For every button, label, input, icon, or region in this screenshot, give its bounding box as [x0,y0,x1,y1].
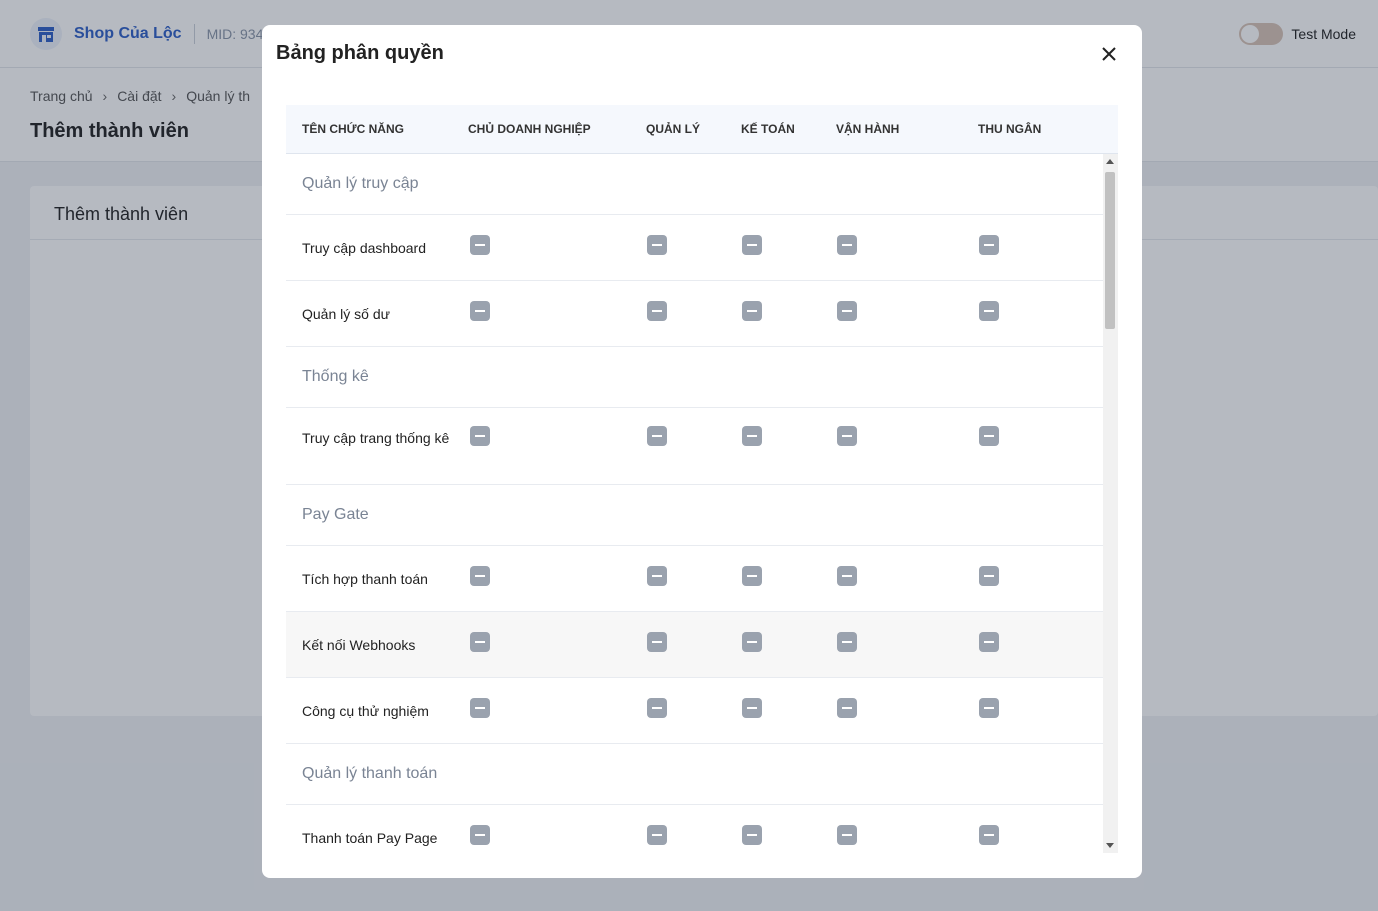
column-header-owner: CHỦ DOANH NGHIỆP [468,122,591,136]
column-header-operator: VẬN HÀNH [836,122,900,136]
function-name: Công cụ thử nghiệm [302,703,429,719]
close-button[interactable] [1098,43,1120,65]
table-row: Tích hợp thanh toán [286,546,1103,612]
table-group-row: Quản lý thanh toán [286,744,1103,805]
modal-title: Bảng phân quyền [276,42,444,64]
permission-checkbox-cashier[interactable] [979,426,999,446]
scrollbar[interactable] [1103,154,1118,853]
permission-checkbox-accountant[interactable] [742,632,762,652]
function-name: Kết nối Webhooks [302,637,416,653]
scroll-down-arrow-icon[interactable] [1106,843,1114,848]
permission-checkbox-operator[interactable] [837,426,857,446]
permission-checkbox-operator[interactable] [837,632,857,652]
column-header-manager: QUẢN LÝ [646,122,700,136]
permission-checkbox-cashier[interactable] [979,632,999,652]
table-group-row: Pay Gate [286,485,1103,546]
permission-checkbox-accountant[interactable] [742,426,762,446]
table-row: Quản lý số dư [286,281,1103,347]
permission-checkbox-owner[interactable] [470,825,490,845]
scroll-up-arrow-icon[interactable] [1106,159,1114,164]
function-name: Truy cập trang thống kê [302,430,450,446]
group-label: Quản lý thanh toán [302,765,438,782]
permission-checkbox-owner[interactable] [470,698,490,718]
permission-checkbox-cashier[interactable] [979,566,999,586]
group-label: Thống kê [302,368,369,385]
permission-checkbox-operator[interactable] [837,301,857,321]
column-header-function: TÊN CHỨC NĂNG [302,122,404,136]
table-row: Công cụ thử nghiệm [286,678,1103,744]
table-group-row: Thống kê [286,347,1103,408]
permission-checkbox-cashier[interactable] [979,825,999,845]
column-header-accountant: KẾ TOÁN [741,122,795,136]
permission-checkbox-owner[interactable] [470,235,490,255]
permission-checkbox-manager[interactable] [647,235,667,255]
permission-checkbox-owner[interactable] [470,632,490,652]
permission-checkbox-cashier[interactable] [979,301,999,321]
scrollbar-thumb[interactable] [1105,172,1115,329]
permission-checkbox-manager[interactable] [647,825,667,845]
permission-checkbox-manager[interactable] [647,698,667,718]
permissions-modal: Bảng phân quyền TÊN CHỨC NĂNG CHỦ DOANH … [262,25,1142,878]
permission-checkbox-operator[interactable] [837,698,857,718]
permission-checkbox-accountant[interactable] [742,566,762,586]
permission-checkbox-manager[interactable] [647,566,667,586]
function-name: Thanh toán Pay Page [302,830,438,846]
permissions-table: TÊN CHỨC NĂNG CHỦ DOANH NGHIỆP QUẢN LÝ K… [286,105,1118,853]
table-row: Truy cập dashboard [286,215,1103,281]
table-row: Truy cập trang thống kê [286,408,1103,485]
table-group-row: Quản lý truy cập [286,154,1103,215]
function-name: Tích hợp thanh toán [302,571,428,587]
permission-checkbox-owner[interactable] [470,426,490,446]
column-header-cashier: THU NGÂN [978,122,1042,136]
permission-checkbox-operator[interactable] [837,825,857,845]
table-body: Quản lý truy cập Truy cập dashboard Quản l… [286,154,1103,853]
table-header: TÊN CHỨC NĂNG CHỦ DOANH NGHIỆP QUẢN LÝ K… [286,105,1118,154]
close-icon [1102,47,1116,61]
table-row: Kết nối Webhooks [286,612,1103,678]
permission-checkbox-manager[interactable] [647,426,667,446]
permission-checkbox-cashier[interactable] [979,235,999,255]
permission-checkbox-manager[interactable] [647,632,667,652]
permission-checkbox-owner[interactable] [470,566,490,586]
permission-checkbox-owner[interactable] [470,301,490,321]
function-name: Quản lý số dư [302,306,390,322]
permission-checkbox-manager[interactable] [647,301,667,321]
permission-checkbox-cashier[interactable] [979,698,999,718]
permission-checkbox-operator[interactable] [837,235,857,255]
permission-checkbox-accountant[interactable] [742,825,762,845]
group-label: Quản lý truy cập [302,175,419,192]
function-name: Truy cập dashboard [302,240,426,256]
permission-checkbox-operator[interactable] [837,566,857,586]
permission-checkbox-accountant[interactable] [742,235,762,255]
permission-checkbox-accountant[interactable] [742,301,762,321]
permission-checkbox-accountant[interactable] [742,698,762,718]
group-label: Pay Gate [302,506,369,523]
table-row: Thanh toán Pay Page [286,805,1103,853]
